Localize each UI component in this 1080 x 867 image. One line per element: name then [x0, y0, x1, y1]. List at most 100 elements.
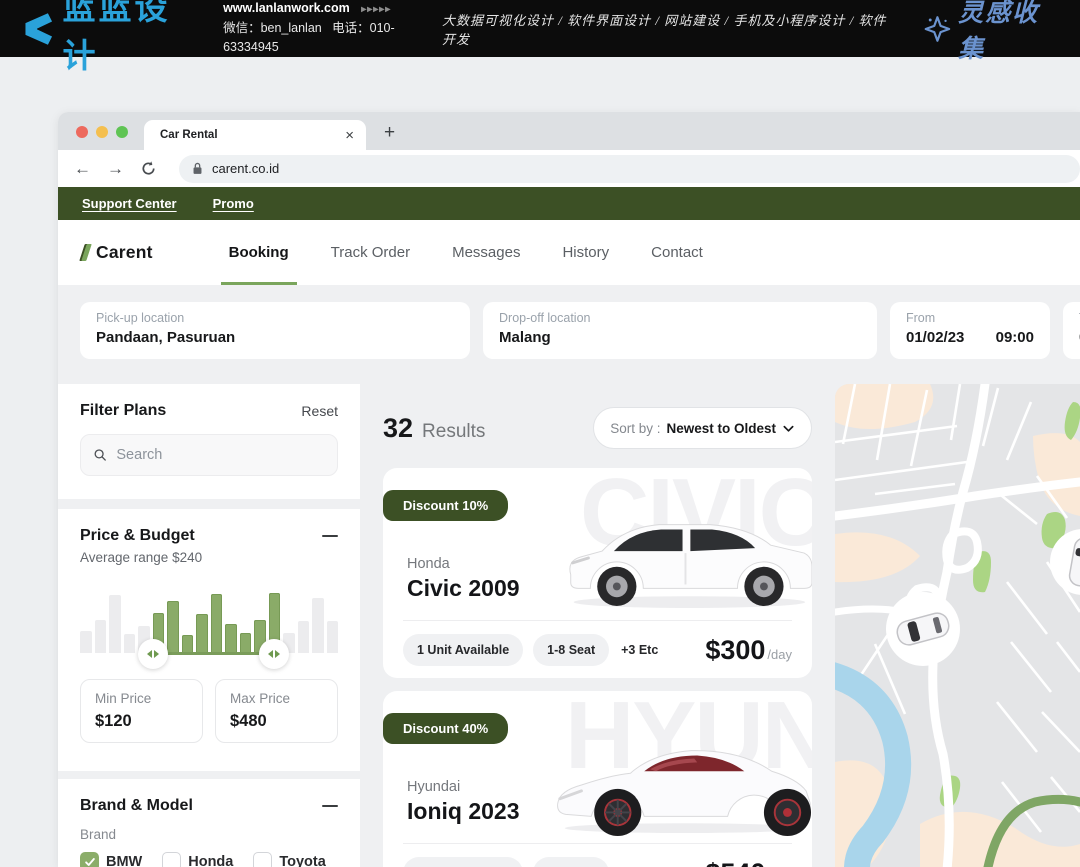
url-text: carent.co.id — [212, 161, 279, 176]
browser-window: Car Rental × + ← → carent.co.id Support … — [58, 112, 1080, 867]
collect-label: 灵感收集 — [958, 0, 1062, 65]
car-model: Ioniq 2023 — [407, 798, 519, 825]
agency-contact: www.lanlanwork.com ▸▸▸▸▸ 微信：ben_lanlan 电… — [223, 0, 442, 58]
agency-logo: 蓝蓝设计 — [18, 0, 201, 77]
booking-search-row: Pick-up location Pandaan, Pasuruan Drop-… — [80, 302, 1080, 359]
forward-icon[interactable]: → — [107, 159, 124, 179]
map[interactable] — [835, 384, 1080, 867]
car-card-civic[interactable]: CIVIC Discount 10% Honda Civic 2009 — [383, 468, 812, 678]
car-image-sportscar — [552, 729, 812, 839]
discount-badge: Discount 40% — [383, 713, 508, 744]
brand-checkbox-honda[interactable]: Honda — [162, 852, 233, 867]
utility-bar: Support Center Promo — [58, 187, 1080, 220]
promo-link[interactable]: Promo — [213, 196, 254, 211]
max-price-label: Max Price — [230, 691, 323, 706]
nav-item-history[interactable]: History — [562, 220, 609, 285]
pickup-value: Pandaan, Pasuruan — [96, 329, 454, 346]
collapse-icon[interactable] — [322, 805, 338, 807]
reset-filters-button[interactable]: Reset — [301, 403, 338, 419]
car-model: Civic 2009 — [407, 575, 520, 602]
from-label: From — [906, 311, 1034, 325]
brand-checkbox-toyota[interactable]: Toyota — [253, 852, 325, 867]
site-navbar: Carent Booking Track Order Messages History… — [58, 220, 1080, 285]
nav-items: Booking Track Order Messages History Contact — [229, 220, 703, 285]
support-center-link[interactable]: Support Center — [82, 196, 177, 211]
results-header: 32 Results Sort by : Newest to Oldest — [383, 406, 812, 450]
sort-prefix: Sort by : — [610, 421, 660, 436]
search-icon — [93, 447, 107, 463]
sparkle-icon — [923, 14, 952, 44]
maximize-window-button[interactable] — [116, 126, 128, 138]
collapse-icon[interactable] — [322, 535, 338, 537]
to-datetime-field[interactable]: To 0 — [1063, 302, 1080, 359]
pickup-location-field[interactable]: Pick-up location Pandaan, Pasuruan — [80, 302, 470, 359]
site-logo[interactable]: Carent — [82, 242, 153, 263]
range-handle-max[interactable] — [259, 639, 289, 669]
close-window-button[interactable] — [76, 126, 88, 138]
tab-title: Car Rental — [160, 129, 345, 141]
from-datetime-field[interactable]: From 01/02/23 09:00 — [890, 302, 1050, 359]
histogram-bar — [182, 635, 194, 653]
car-image-hatchback — [557, 498, 812, 616]
tab-close-icon[interactable]: × — [345, 128, 354, 143]
per-day-label: /day — [767, 647, 792, 662]
histogram-bar — [225, 624, 237, 653]
nav-item-messages[interactable]: Messages — [452, 220, 520, 285]
nav-item-booking[interactable]: Booking — [229, 220, 289, 285]
agency-website: www.lanlanwork.com — [223, 1, 350, 15]
min-price-field[interactable]: Min Price $120 — [80, 679, 203, 743]
dropoff-value: Malang — [499, 329, 861, 346]
reload-icon[interactable] — [140, 160, 157, 177]
filter-search-box[interactable] — [80, 434, 338, 476]
sort-dropdown[interactable]: Sort by : Newest to Oldest — [593, 407, 812, 449]
card-divider — [403, 620, 792, 621]
max-price-field[interactable]: Max Price $480 — [215, 679, 338, 743]
minimize-window-button[interactable] — [96, 126, 108, 138]
histogram-bar — [124, 634, 136, 653]
histogram-bar — [298, 621, 310, 653]
range-handle-min[interactable] — [138, 639, 168, 669]
car-brand: Honda — [407, 556, 450, 572]
browser-tab[interactable]: Car Rental × — [144, 120, 366, 150]
nav-item-contact[interactable]: Contact — [651, 220, 703, 285]
dropoff-label: Drop-off location — [499, 311, 861, 325]
price-histogram — [80, 581, 338, 653]
seats-pill: 1-4 Seat — [533, 857, 609, 867]
units-pill: 1 Unit Available — [403, 634, 523, 666]
brand-model-title: Brand & Model — [80, 797, 193, 815]
card-footer: 1 Unit Available 1-4 Seat +3 Etc $540 /d… — [403, 853, 792, 867]
car-card-ioniq[interactable]: HYUNDAI Discount 40% Hyundai Ioniq 2023 — [383, 691, 812, 867]
histogram-bar — [196, 614, 208, 653]
seats-pill: 1-8 Seat — [533, 634, 609, 666]
brand-group-label: Brand — [80, 827, 338, 842]
map-car-marker[interactable] — [886, 592, 960, 666]
agency-banner: 蓝蓝设计 www.lanlanwork.com ▸▸▸▸▸ 微信：ben_lan… — [0, 0, 1080, 57]
agency-services: 大数据可视化设计 / 软件界面设计 / 网站建设 / 手机及小程序设计 / 软件… — [442, 10, 897, 48]
dropoff-location-field[interactable]: Drop-off location Malang — [483, 302, 877, 359]
brand-label: BMW — [106, 854, 142, 867]
filter-header-panel: Filter Plans Reset — [58, 384, 360, 499]
nav-item-track-order[interactable]: Track Order — [331, 220, 410, 285]
back-icon[interactable]: ← — [74, 159, 91, 179]
page-content: Pick-up location Pandaan, Pasuruan Drop-… — [58, 285, 1080, 867]
new-tab-button[interactable]: + — [384, 122, 395, 144]
agency-wechat: 微信：ben_lanlan — [223, 21, 322, 35]
histogram-bar — [95, 620, 107, 653]
map-canvas — [835, 384, 1080, 867]
min-price-value: $120 — [95, 712, 188, 731]
url-field[interactable]: carent.co.id — [179, 155, 1080, 183]
discount-badge: Discount 10% — [383, 490, 508, 521]
brand-label: Toyota — [279, 854, 325, 867]
from-date: 01/02/23 — [906, 329, 964, 346]
window-controls[interactable] — [58, 126, 144, 150]
checkbox-icon[interactable] — [162, 852, 181, 867]
car-cards: CIVIC Discount 10% Honda Civic 2009 — [383, 468, 812, 867]
brand-checkbox-bmw[interactable]: BMW — [80, 852, 142, 867]
checkbox-checked-icon[interactable] — [80, 852, 99, 867]
histogram-bar — [327, 621, 339, 653]
histogram-bar — [211, 594, 223, 653]
checkbox-icon[interactable] — [253, 852, 272, 867]
price-budget-panel: Price & Budget Average range $240 — [58, 509, 360, 771]
filter-search-input[interactable] — [116, 447, 325, 463]
brand-options: BMW Honda Toyota — [80, 852, 338, 867]
